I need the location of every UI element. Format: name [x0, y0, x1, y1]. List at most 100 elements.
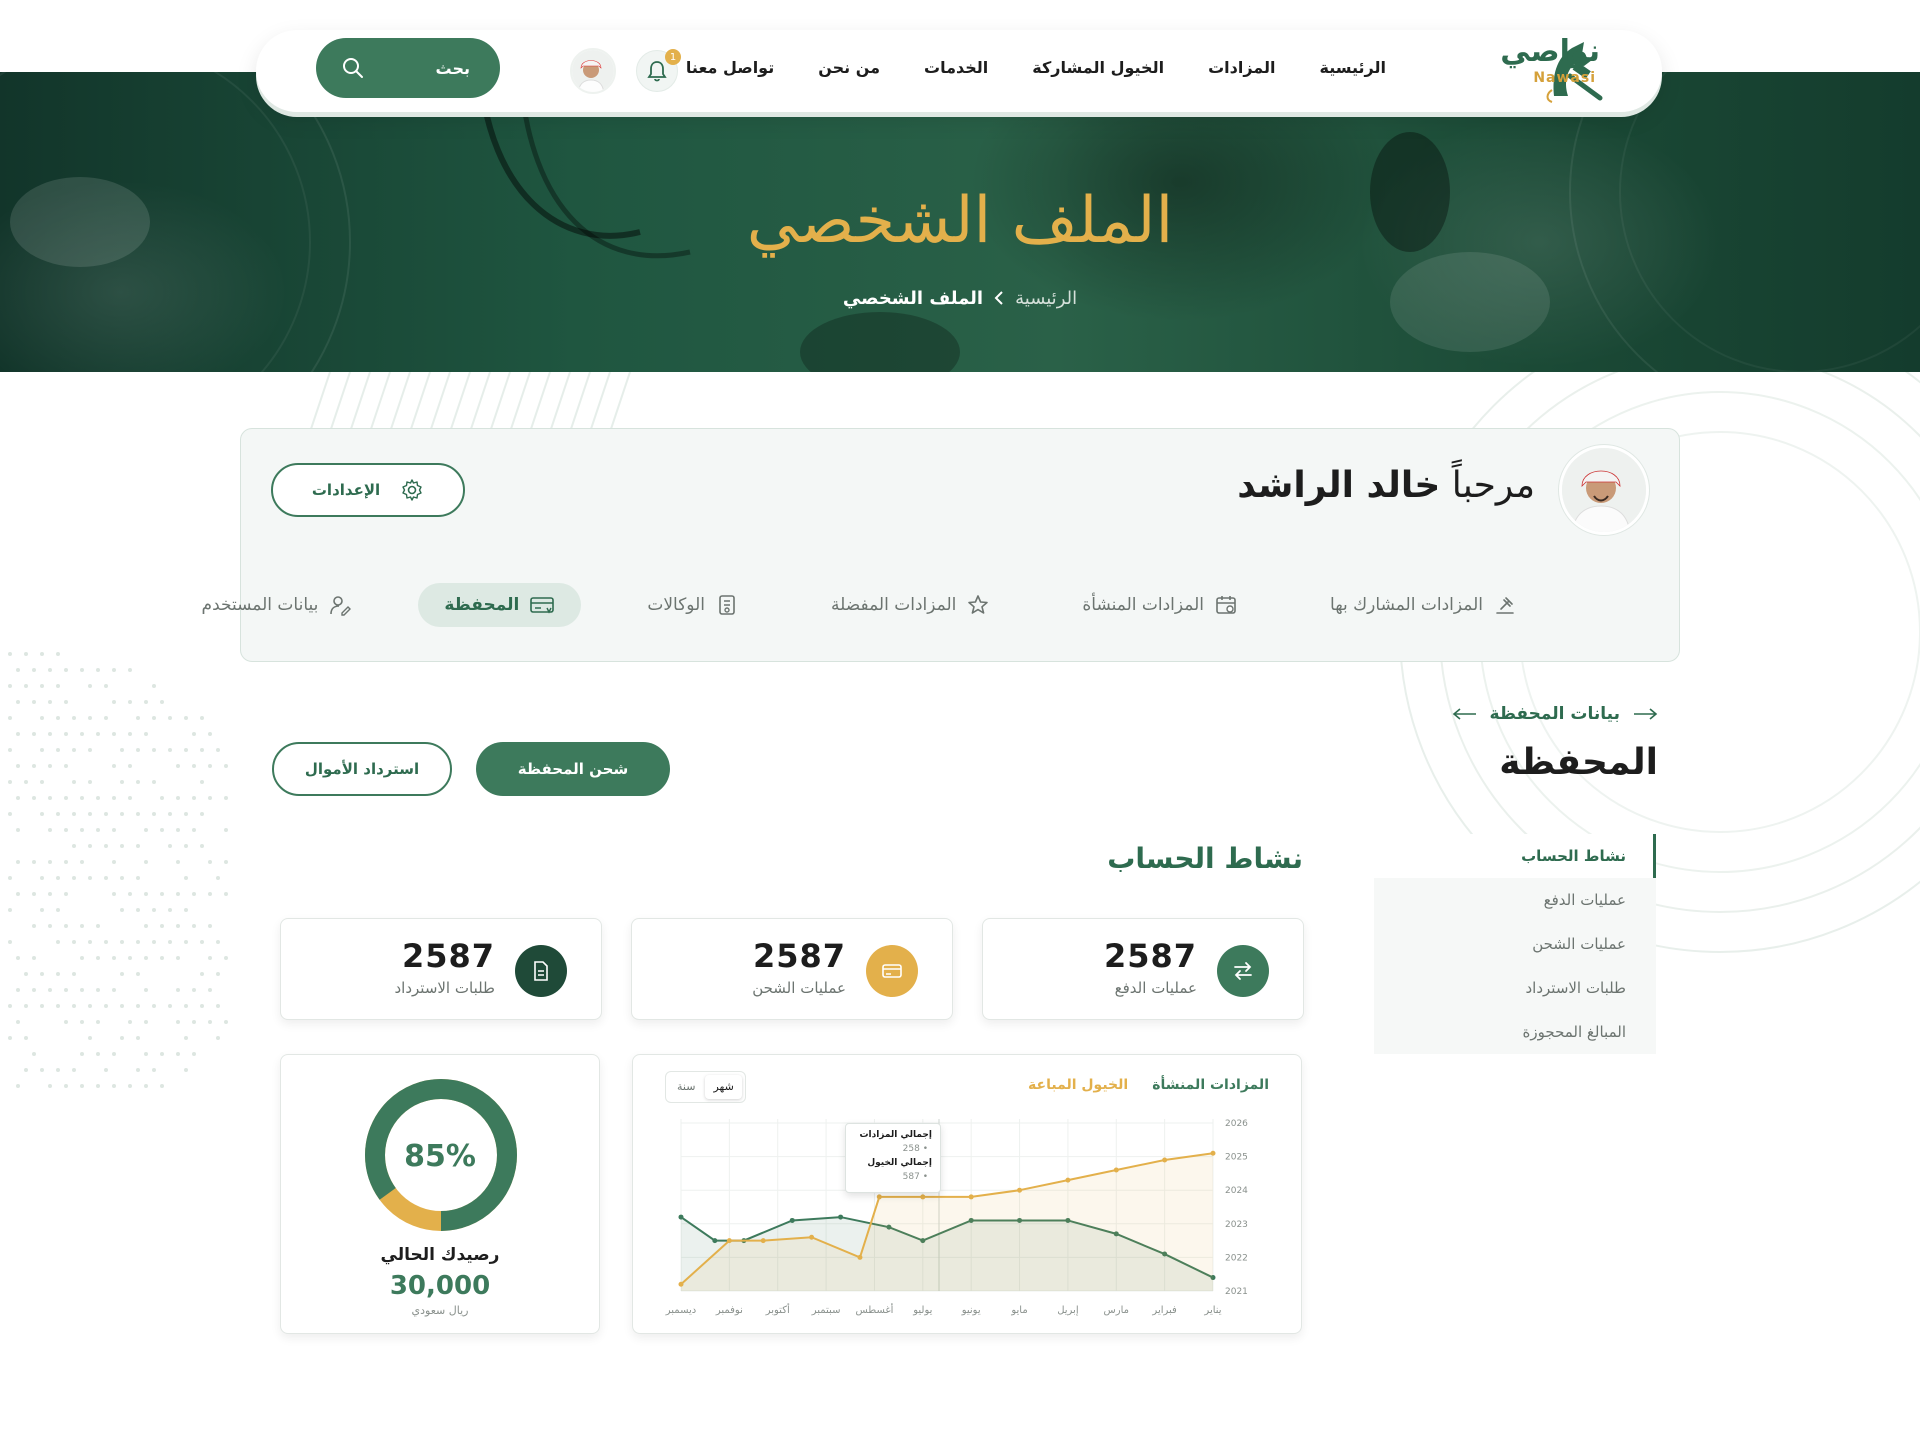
bg-dot — [152, 684, 156, 688]
bg-dot — [208, 924, 212, 928]
side-item-payments[interactable]: عمليات الدفع — [1374, 878, 1656, 922]
balance-percent: 85% — [281, 1139, 599, 1174]
bg-dot — [112, 860, 116, 864]
series-sold-horses-point[interactable] — [1065, 1178, 1070, 1183]
bg-dot — [184, 844, 188, 848]
notification-button[interactable]: 1 — [636, 50, 678, 92]
series-created-auctions-point[interactable] — [790, 1218, 795, 1223]
bg-dot — [144, 956, 148, 960]
nav-link-about[interactable]: من نحن — [818, 58, 880, 77]
settings-button[interactable]: الإعدادات — [271, 463, 465, 517]
bg-dot — [80, 1052, 84, 1056]
bg-dot — [48, 700, 52, 704]
bg-dot — [104, 1004, 108, 1008]
nav-link-services[interactable]: الخدمات — [924, 58, 988, 77]
series-created-auctions-point[interactable] — [679, 1215, 684, 1220]
series-sold-horses-point[interactable] — [1114, 1168, 1119, 1173]
series-sold-horses-point[interactable] — [727, 1238, 732, 1243]
tab-agencies[interactable]: الوكالات — [621, 583, 765, 627]
bg-dot — [144, 732, 148, 736]
x-tick-label: أكتوبر — [765, 1303, 790, 1316]
bg-dot — [136, 1004, 140, 1008]
wallet-title: المحفظة — [1499, 742, 1658, 783]
bg-dot — [56, 908, 60, 912]
bg-dot — [120, 780, 124, 784]
bg-dot — [80, 668, 84, 672]
tab-wallet[interactable]: المحفظة — [418, 583, 581, 627]
user-avatar[interactable] — [570, 48, 616, 94]
bg-dot — [8, 908, 12, 912]
legend-item-sold-horses[interactable]: الخيول المباعة — [1028, 1077, 1128, 1093]
side-item-reserved-amounts[interactable]: المبالغ المحجوزة — [1374, 1010, 1656, 1054]
series-sold-horses-point[interactable] — [877, 1194, 882, 1199]
bg-dot — [40, 1068, 44, 1072]
tab-favorite-auctions[interactable]: المزادات المفضلة — [805, 583, 1016, 627]
bg-dot — [72, 844, 76, 848]
series-created-auctions-point[interactable] — [712, 1238, 717, 1243]
series-sold-horses-point[interactable] — [679, 1282, 684, 1287]
series-sold-horses-area — [681, 1153, 1213, 1291]
series-sold-horses-point[interactable] — [1211, 1151, 1216, 1156]
bg-dot — [48, 732, 52, 736]
bg-dot — [64, 860, 68, 864]
side-item-account-activity[interactable]: نشاط الحساب — [1374, 834, 1656, 878]
bg-dot — [96, 924, 100, 928]
bg-dot — [112, 700, 116, 704]
bg-dot — [32, 1052, 36, 1056]
tab-created-auctions[interactable]: المزادات المنشأة — [1056, 583, 1264, 627]
nav-link-contact[interactable]: تواصل معنا — [686, 58, 774, 77]
series-sold-horses-point[interactable] — [809, 1235, 814, 1240]
bg-dot — [112, 732, 116, 736]
bg-dot — [208, 956, 212, 960]
bg-dot — [176, 1020, 180, 1024]
bg-dot — [40, 812, 44, 816]
recharge-wallet-button[interactable]: شحن المحفظة — [476, 742, 670, 796]
toggle-month[interactable]: شهر — [705, 1075, 741, 1099]
series-sold-horses-point[interactable] — [761, 1238, 766, 1243]
tab-user-data[interactable]: بيانات المستخدم — [176, 583, 379, 627]
bg-dot — [200, 972, 204, 976]
side-item-refund-requests[interactable]: طلبات الاسترداد — [1374, 966, 1656, 1010]
wallet-data-link[interactable]: بيانات المحفظة — [1452, 704, 1658, 724]
series-created-auctions-point[interactable] — [838, 1215, 843, 1220]
bg-dot — [120, 876, 124, 880]
bg-dot — [200, 1004, 204, 1008]
tab-label: المحفظة — [444, 595, 519, 615]
bg-dot — [32, 732, 36, 736]
nav-link-home[interactable]: الرئيسية — [1320, 58, 1387, 77]
stat-label: عمليات الدفع — [1115, 979, 1197, 997]
bg-dot — [144, 1020, 148, 1024]
arrow-left-icon — [1452, 707, 1478, 721]
profile-photo — [1559, 448, 1646, 535]
bg-dot — [56, 940, 60, 944]
toggle-year[interactable]: سنة — [669, 1075, 703, 1099]
bg-dot — [96, 796, 100, 800]
bg-dot — [224, 956, 228, 960]
bg-dot — [176, 764, 180, 768]
series-sold-horses-point[interactable] — [857, 1255, 862, 1260]
bg-dot — [16, 956, 20, 960]
side-item-recharges[interactable]: عمليات الشحن — [1374, 922, 1656, 966]
series-sold-horses-point[interactable] — [1017, 1188, 1022, 1193]
stat-card-recharges: 2587 عمليات الشحن — [631, 918, 953, 1020]
tab-label: المزادات المشارك بها — [1330, 595, 1483, 615]
tab-participated-auctions[interactable]: المزادات المشارك بها — [1304, 583, 1543, 627]
refund-button[interactable]: استرداد الأموال — [272, 742, 452, 796]
nav-link-horses[interactable]: الخيول المشاركة — [1032, 58, 1164, 77]
x-tick-label: إبريل — [1057, 1305, 1079, 1316]
tab-label: المزادات المنشأة — [1082, 595, 1204, 615]
nav-link-auctions[interactable]: المزادات — [1208, 58, 1275, 77]
settings-label: الإعدادات — [312, 481, 380, 499]
bg-dot — [88, 1036, 92, 1040]
breadcrumb-home[interactable]: الرئيسية — [1015, 288, 1077, 313]
search-button[interactable]: بحث — [316, 38, 500, 98]
bg-dot — [64, 700, 68, 704]
series-sold-horses-point[interactable] — [969, 1194, 974, 1199]
bg-dot — [168, 940, 172, 944]
series-sold-horses-point[interactable] — [920, 1194, 925, 1199]
series-sold-horses-point[interactable] — [1162, 1157, 1167, 1162]
bg-dot — [128, 796, 132, 800]
bg-dot — [104, 684, 108, 688]
bg-dot — [152, 748, 156, 752]
legend-item-created-auctions[interactable]: المزادات المنشأة — [1152, 1077, 1269, 1093]
